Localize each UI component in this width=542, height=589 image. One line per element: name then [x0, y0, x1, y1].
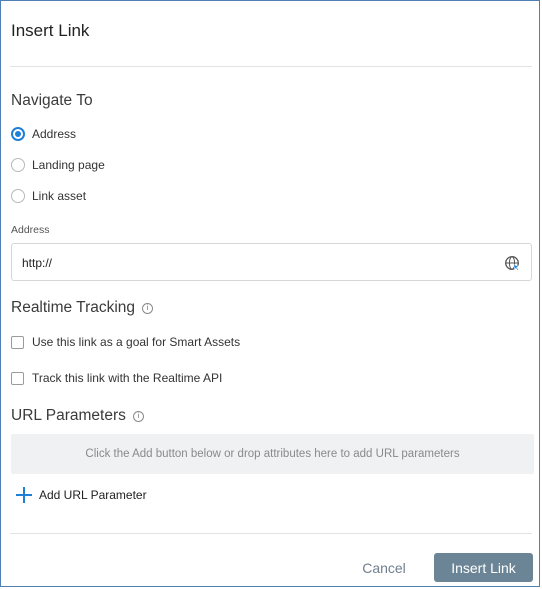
- address-label: Address: [11, 224, 50, 236]
- globe-icon[interactable]: [504, 255, 520, 271]
- checkbox-realtime-api[interactable]: Track this link with the Realtime API: [11, 371, 222, 385]
- radio-link-asset[interactable]: Link asset: [11, 189, 86, 203]
- add-url-parameter-label: Add URL Parameter: [39, 488, 147, 502]
- footer-divider: [10, 533, 532, 534]
- navigate-title-text: Navigate To: [11, 92, 93, 109]
- plus-icon[interactable]: [16, 487, 32, 503]
- tracking-section-title: Realtime Tracking i: [11, 299, 154, 317]
- radio-address[interactable]: Address: [11, 127, 76, 141]
- info-icon[interactable]: i: [132, 410, 144, 422]
- radio-landing-page-label: Landing page: [32, 158, 105, 172]
- checkbox-realtime-api-label: Track this link with the Realtime API: [32, 371, 223, 385]
- checkbox-realtime-api-control[interactable]: [11, 371, 24, 385]
- radio-landing-page[interactable]: Landing page: [11, 158, 105, 172]
- add-url-parameter-button[interactable]: Add URL Parameter: [16, 487, 147, 503]
- radio-link-asset-label: Link asset: [32, 189, 87, 203]
- radio-landing-page-control[interactable]: [11, 158, 25, 172]
- dialog-title: Insert Link: [11, 21, 90, 40]
- info-icon[interactable]: i: [142, 302, 154, 314]
- checkbox-smart-assets-goal-control[interactable]: [11, 335, 24, 349]
- tracking-title-text: Realtime Tracking: [11, 299, 136, 316]
- url-params-title-text: URL Parameters: [11, 407, 126, 424]
- cancel-button[interactable]: Cancel: [350, 553, 418, 582]
- url-params-drop-zone[interactable]: Click the Add button below or drop attri…: [11, 434, 534, 474]
- insert-link-button[interactable]: Insert Link: [434, 553, 533, 582]
- radio-address-label: Address: [32, 127, 77, 141]
- insert-link-dialog: Insert Link Navigate To Address Landing …: [0, 0, 540, 587]
- radio-address-control[interactable]: [11, 127, 25, 141]
- header-divider: [10, 66, 532, 67]
- checkbox-smart-assets-goal-label: Use this link as a goal for Smart Assets: [32, 335, 241, 349]
- radio-link-asset-control[interactable]: [11, 189, 25, 203]
- address-input[interactable]: http://: [11, 243, 532, 281]
- url-params-section-title: URL Parameters i: [11, 407, 144, 425]
- drop-zone-hint: Click the Add button below or drop attri…: [85, 448, 460, 460]
- address-input-value[interactable]: http://: [22, 256, 52, 270]
- navigate-section-title: Navigate To: [11, 92, 93, 110]
- checkbox-smart-assets-goal[interactable]: Use this link as a goal for Smart Assets: [11, 335, 240, 349]
